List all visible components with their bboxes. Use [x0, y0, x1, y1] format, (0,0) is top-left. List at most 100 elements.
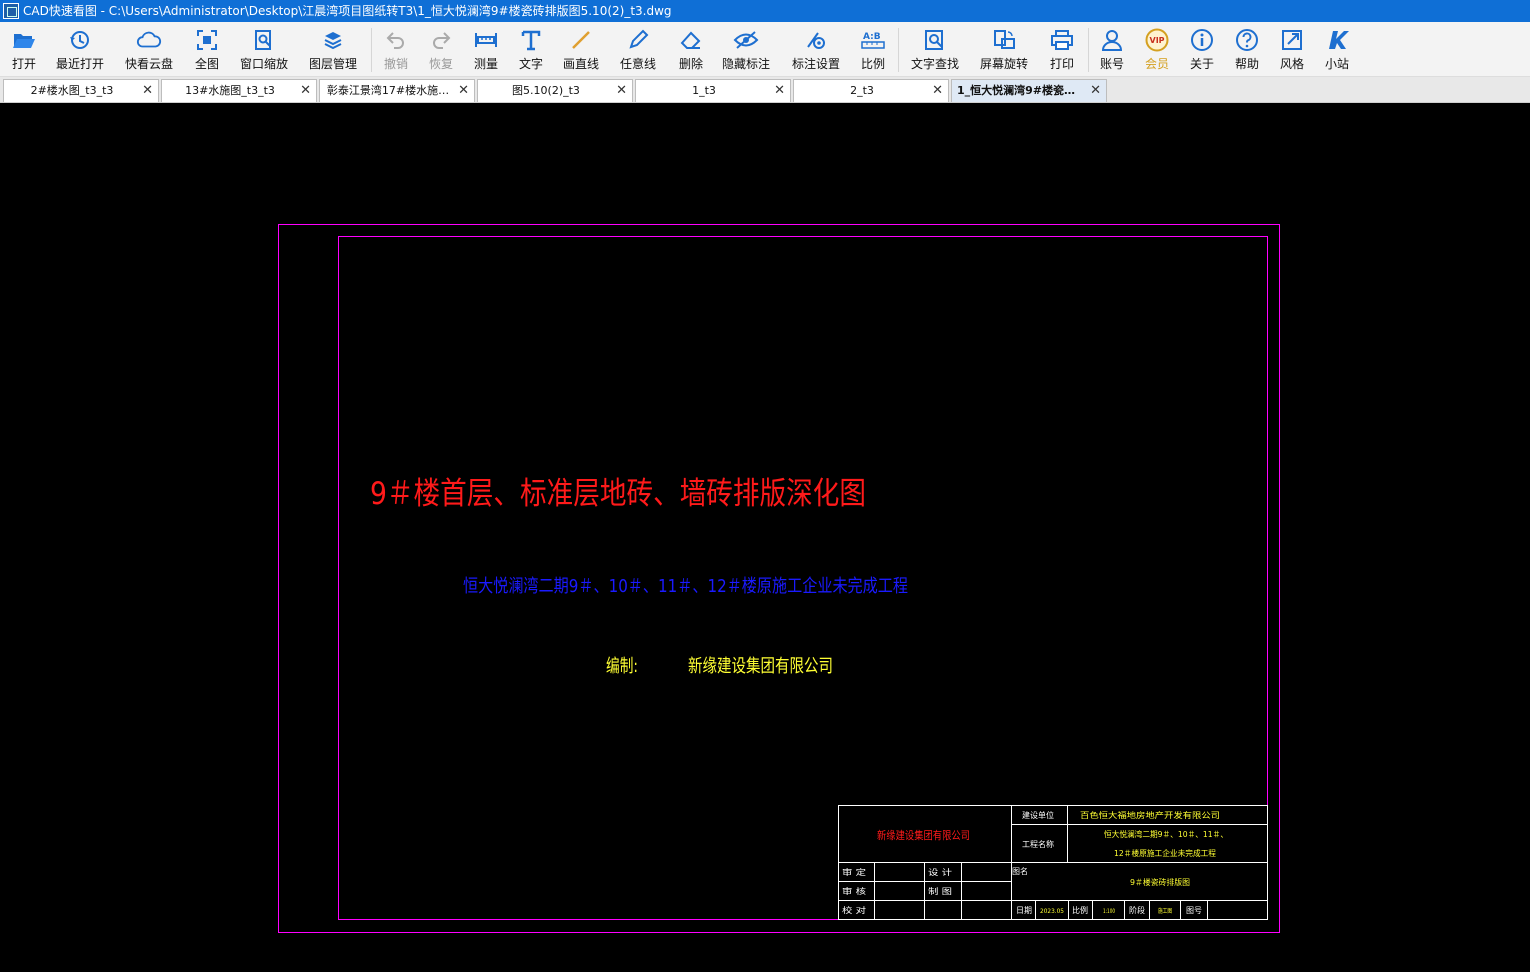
site-icon [1324, 27, 1350, 53]
window-zoom-button[interactable]: 窗口缩放 [236, 22, 292, 77]
vip-button[interactable]: VIP 会员 [1139, 22, 1175, 77]
redo-icon [428, 27, 454, 53]
titleblock-owner-label: 建设单位 [1022, 810, 1054, 820]
close-icon[interactable]: ✕ [300, 80, 311, 102]
delete-button[interactable]: 删除 [673, 22, 709, 77]
help-button[interactable]: 帮助 [1229, 22, 1265, 77]
user-icon [1099, 27, 1125, 53]
titleblock-design-label: 设 计 [928, 867, 952, 877]
fit-all-icon [194, 27, 220, 53]
info-icon [1189, 27, 1215, 53]
text-search-icon [922, 27, 948, 53]
titleblock-drawing-name-value: 9＃楼瓷砖排版图 [1130, 877, 1190, 887]
folder-open-icon [11, 27, 37, 53]
printer-icon [1049, 27, 1075, 53]
close-icon[interactable]: ✕ [932, 80, 943, 102]
window-title: CAD快速看图 - C:\Users\Administrator\Desktop… [23, 4, 672, 18]
text-search-button[interactable]: 文字查找 [906, 22, 964, 77]
style-button[interactable]: 风格 [1274, 22, 1310, 77]
close-icon[interactable]: ✕ [142, 80, 153, 102]
titleblock-owner-value: 百色恒大福地房地产开发有限公司 [1080, 810, 1220, 820]
scale-button[interactable]: A:B 比例 [855, 22, 891, 77]
titleblock-stage-label: 阶段 [1129, 905, 1145, 915]
titleblock-date-value: 2023.05 [1040, 908, 1064, 915]
document-tab-bar: 2#楼水图_t3_t3 ✕ 13#水施图_t3_t3 ✕ 彰泰江景湾17#楼水施… [0, 77, 1530, 103]
scale-icon: A:B [860, 27, 886, 53]
titleblock-stage-value: 施工图 [1158, 907, 1172, 915]
help-icon [1234, 27, 1260, 53]
titleblock-scale-label: 比例 [1072, 905, 1088, 915]
account-button[interactable]: 账号 [1094, 22, 1130, 77]
titleblock-review-label: 审 核 [842, 886, 866, 896]
freehand-button[interactable]: 任意线 [615, 22, 661, 77]
titleblock-draw-label: 制 图 [928, 886, 952, 896]
cloud-icon [136, 27, 162, 53]
document-tab[interactable]: 图5.10(2)_t3 ✕ [477, 79, 633, 102]
compiled-by-label: 编制: [606, 656, 638, 677]
toolbar-separator [1088, 28, 1089, 72]
screen-rotate-button[interactable]: 屏幕旋转 [975, 22, 1033, 77]
site-button[interactable]: 小站 [1319, 22, 1355, 77]
compiled-by-company: 新缘建设集团有限公司 [688, 656, 833, 677]
undo-button[interactable]: 撤销 [378, 22, 414, 77]
draw-line-button[interactable]: 画直线 [558, 22, 604, 77]
title-bar: CAD快速看图 - C:\Users\Administrator\Desktop… [0, 0, 1530, 22]
titleblock-check-label: 校 对 [842, 905, 866, 915]
layers-icon [320, 27, 346, 53]
style-icon [1279, 27, 1305, 53]
titleblock-scale-value: 1:100 [1103, 908, 1115, 915]
close-icon[interactable]: ✕ [458, 80, 469, 102]
undo-icon [383, 27, 409, 53]
line-icon [568, 27, 594, 53]
history-icon [67, 27, 93, 53]
eraser-icon [678, 27, 704, 53]
document-tab[interactable]: 彰泰江景湾17#楼水施… ✕ [319, 79, 475, 102]
about-button[interactable]: 关于 [1184, 22, 1220, 77]
svg-text:A:B: A:B [863, 32, 881, 42]
dimension-settings-icon [803, 27, 829, 53]
titleblock-project-value-2: 12＃楼原施工企业未完成工程 [1114, 848, 1216, 858]
titleblock-date-label: 日期 [1016, 906, 1032, 915]
close-icon[interactable]: ✕ [616, 80, 627, 102]
rotate-screen-icon [991, 27, 1017, 53]
document-tab[interactable]: 2_t3 ✕ [793, 79, 949, 102]
document-tab[interactable]: 13#水施图_t3_t3 ✕ [161, 79, 317, 102]
cloud-disk-button[interactable]: 快看云盘 [120, 22, 178, 77]
titleblock-project-value-1: 恒大悦澜湾二期9＃、10＃、11＃、 [1104, 829, 1228, 839]
close-icon[interactable]: ✕ [774, 80, 785, 102]
document-tab-active[interactable]: 1_恒大悦澜湾9#楼瓷… ✕ [951, 79, 1107, 102]
zoom-window-icon [251, 27, 277, 53]
close-icon[interactable]: ✕ [1090, 80, 1101, 102]
print-button[interactable]: 打印 [1043, 22, 1081, 77]
titleblock-drawing-name-label: 图名 [1012, 866, 1028, 876]
fit-all-button[interactable]: 全图 [187, 22, 227, 77]
title-block [838, 805, 1268, 920]
vip-icon: VIP [1144, 27, 1170, 53]
titleblock-project-label: 工程名称 [1022, 839, 1054, 849]
drawing-project-line: 恒大悦澜湾二期9＃、10＃、11＃、12＃楼原施工企业未完成工程 [463, 576, 908, 597]
document-tab[interactable]: 1_t3 ✕ [635, 79, 791, 102]
toolbar-separator [898, 28, 899, 72]
app-icon [3, 3, 19, 19]
text-icon [518, 27, 544, 53]
ruler-icon [473, 27, 499, 53]
pen-icon [625, 27, 651, 53]
titleblock-company: 新缘建设集团有限公司 [877, 828, 970, 842]
document-tab[interactable]: 2#楼水图_t3_t3 ✕ [3, 79, 159, 102]
svg-text:VIP: VIP [1150, 36, 1165, 45]
annotation-settings-button[interactable]: 标注设置 [787, 22, 845, 77]
text-button[interactable]: 文字 [513, 22, 549, 77]
layer-manager-button[interactable]: 图层管理 [304, 22, 362, 77]
measure-button[interactable]: 测量 [468, 22, 504, 77]
titleblock-sheet-label: 图号 [1186, 906, 1202, 915]
drawing-main-title: 9＃楼首层、标准层地砖、墙砖排版深化图 [370, 476, 866, 512]
cad-drawing: 9＃楼首层、标准层地砖、墙砖排版深化图 恒大悦澜湾二期9＃、10＃、11＃、12… [278, 224, 1280, 933]
hide-annotation-button[interactable]: 隐藏标注 [718, 22, 774, 77]
redo-button[interactable]: 恢复 [423, 22, 459, 77]
titleblock-approve-label: 审 定 [842, 867, 866, 877]
toolbar: 打开 最近打开 快看云盘 全图 窗口缩放 图层管理 撤销 恢复 测量 文字 画直… [0, 22, 1530, 77]
recent-open-button[interactable]: 最近打开 [52, 22, 108, 77]
drawing-canvas[interactable]: 9＃楼首层、标准层地砖、墙砖排版深化图 恒大悦澜湾二期9＃、10＃、11＃、12… [0, 103, 1530, 972]
open-button[interactable]: 打开 [4, 22, 44, 77]
toolbar-separator [371, 28, 372, 72]
